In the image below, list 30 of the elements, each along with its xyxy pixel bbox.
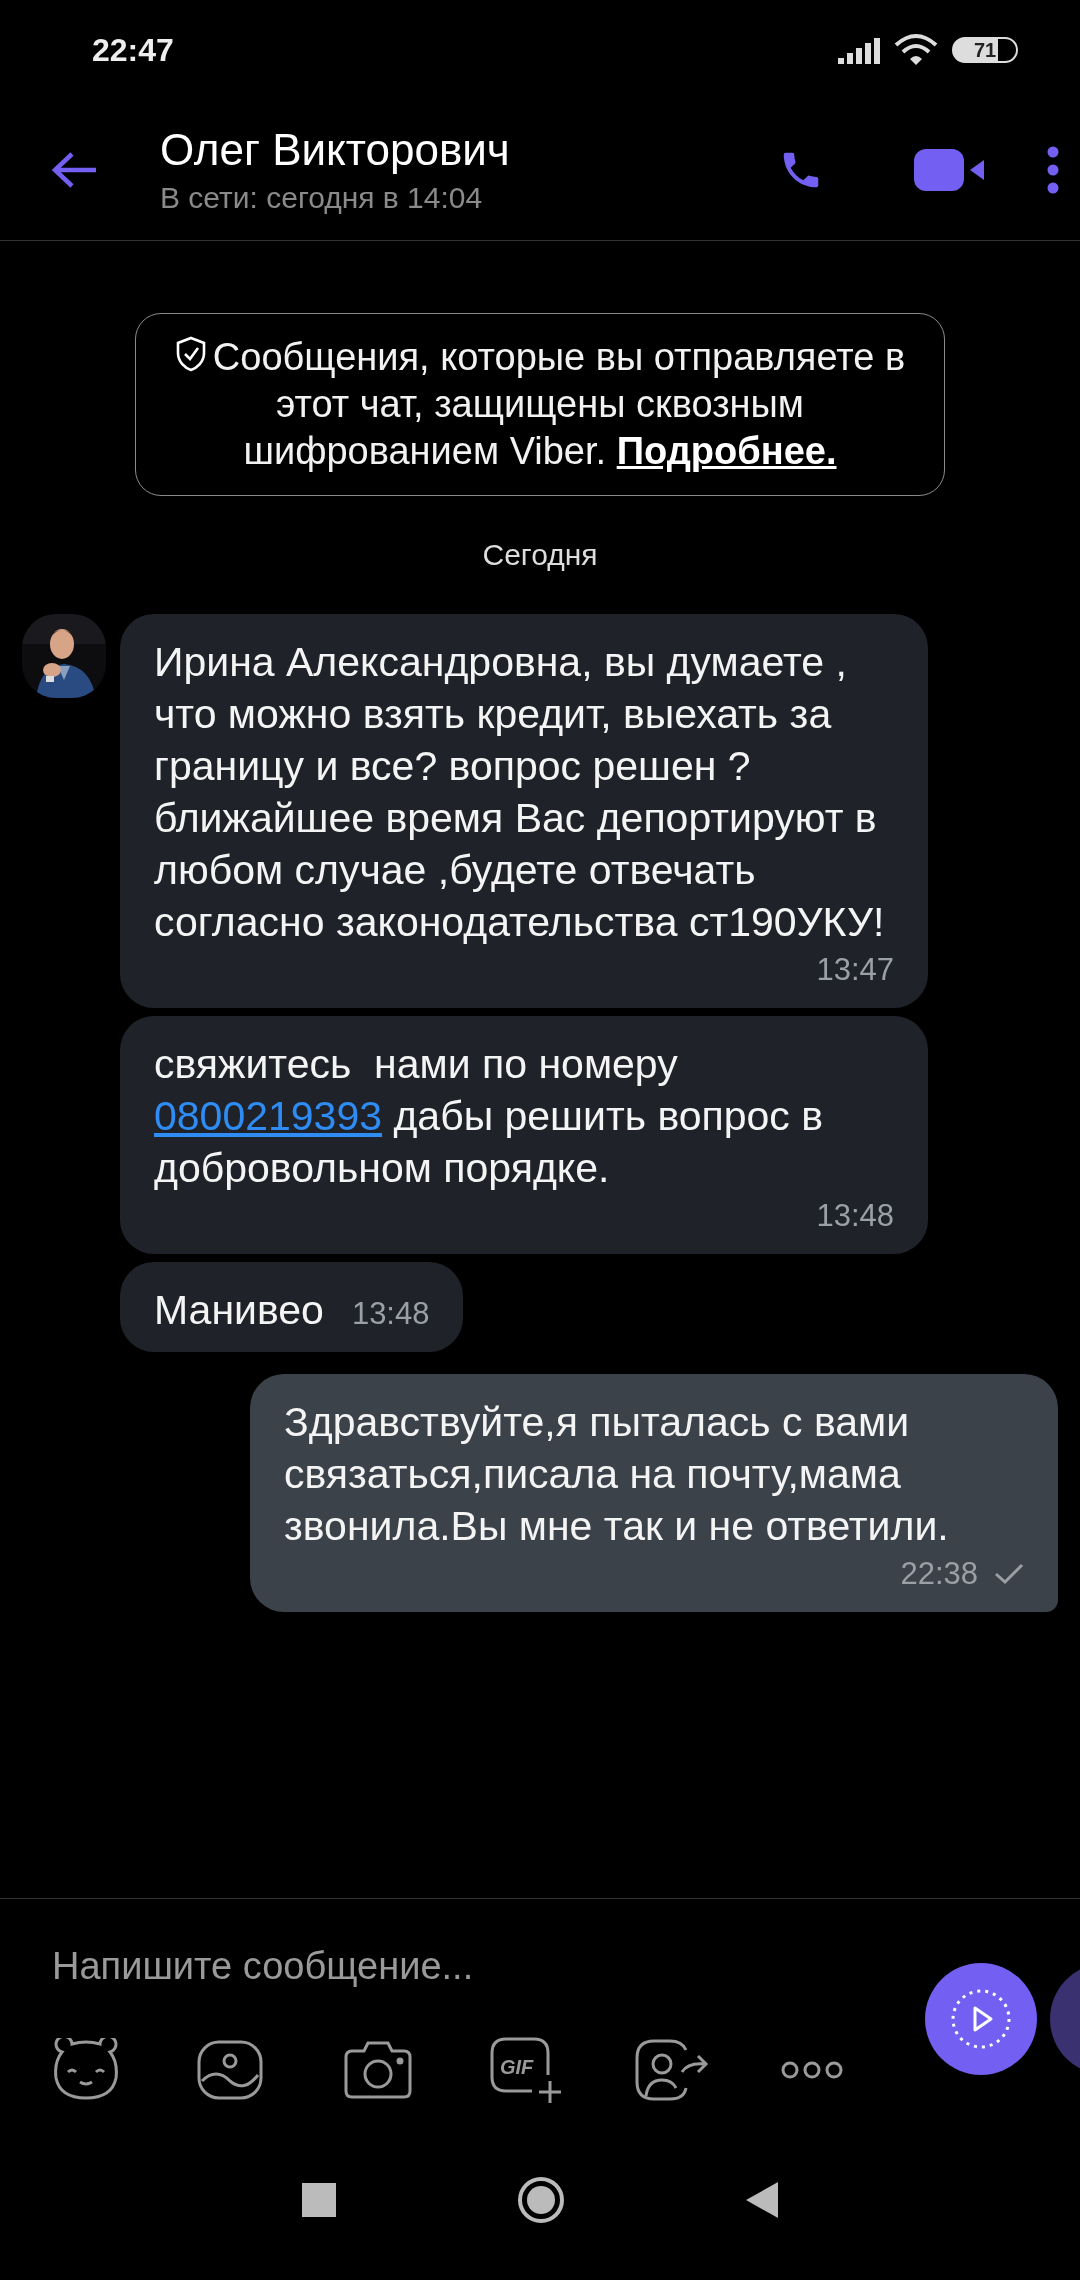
message-text: Здравствуйте,я пыталась с вами связаться,писала на почту,мама звонила.Вы мне так и не ответили. [284,1398,950,1551]
online-status: В сети: сегодня в 14:04 [160,181,483,215]
play-circle-icon [949,1987,1013,2051]
signal-icon [838,36,880,64]
message-bubble[interactable]: Манивео 13:48 [120,1262,464,1352]
status-time: 22:47 [92,31,175,69]
message-input[interactable]: Напишите сообщение... [52,1936,872,1996]
shield-icon [174,336,207,372]
back-button[interactable] [50,150,98,190]
message-time: 22:38 [900,1555,978,1593]
message-text: свяжитесь нами по номеру 0800219393 дабы решить вопрос в добровольном порядке. [154,1040,825,1193]
message-time: 13:48 [351,1295,430,1333]
message-time: 13:47 [816,951,894,989]
message-bubble[interactable] [120,614,928,1008]
message-text: Ирина Александровна, вы думаете , что можно взять кредит, выехать за границу и все? вопрос решен ?ближайшее время Вас депортируют в любом случае ,будете отвечать согласно законодательства ст190УКУ! [154,638,886,947]
encryption-notice: Сообщения, которые вы отправляете в этот чат, защищены сквозным шифрованием Viber. Подробнее. [135,313,945,496]
home-button[interactable] [516,2175,566,2225]
wifi-icon [894,33,938,67]
link[interactable]: Подробнее. [616,430,837,472]
message-bubble[interactable]: свяжитесь нами по номеру 0800219393 дабы решить вопрос в добровольном порядке. 13:48 [120,1016,928,1254]
message-bubble[interactable]: Здравствуйте,я пыталась с вами связаться,писала на почту,мама звонила.Вы мне так и не ответили. 22:38 [250,1374,1058,1612]
link[interactable]: 0800219393 [154,1093,383,1139]
contact-name: Олег Викторович [160,125,510,175]
video-call-icon[interactable] [914,147,986,193]
battery-indicator: 71 [952,37,1018,63]
more-icon[interactable] [1046,145,1060,195]
back-nav-button[interactable] [746,2182,778,2218]
date-divider: Сегодня [482,538,598,572]
message-time: 13:48 [816,1197,894,1235]
message-text: Манивео [154,1286,324,1335]
